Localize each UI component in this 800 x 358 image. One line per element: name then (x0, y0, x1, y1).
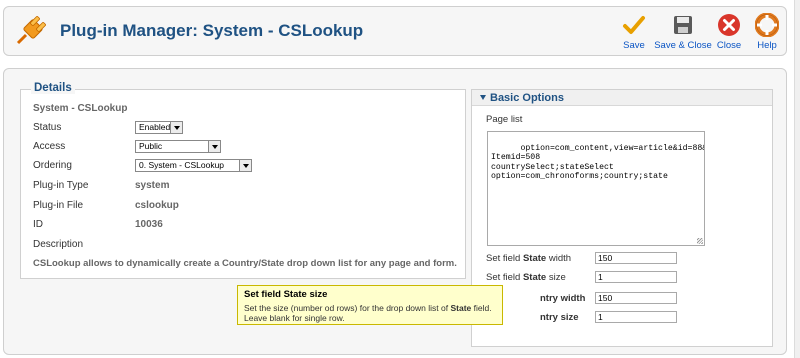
details-legend: Details (31, 82, 75, 94)
access-label: Access (33, 141, 66, 152)
country-size-input[interactable]: 1 (595, 311, 677, 323)
toolbar: Plug-in Manager: System - CSLookup Save … (3, 6, 787, 56)
state-size-label: Set field State size (486, 272, 566, 283)
status-label: Status (33, 122, 62, 133)
resize-grip-icon[interactable] (697, 238, 703, 244)
basic-options-panel: Basic Options Page list option=com_conte… (471, 89, 773, 347)
status-select-value: Enabled (139, 122, 171, 132)
scrollbar[interactable] (794, 0, 800, 358)
chevron-down-icon (170, 122, 182, 133)
country-size-label: ntry size (540, 312, 579, 323)
plugin-name: System - CSLookup (33, 103, 128, 114)
ordering-label: Ordering (33, 160, 72, 171)
description-label: Description (33, 239, 84, 250)
page-title: Plug-in Manager: System - CSLookup (60, 21, 364, 40)
lifebuoy-icon (755, 13, 779, 37)
access-select-value: Public (139, 141, 163, 151)
plugin-type-value: system (135, 180, 170, 191)
id-value: 10036 (135, 219, 163, 230)
floppy-disk-icon (674, 16, 692, 34)
help-button[interactable]: Help (743, 13, 791, 51)
field-tooltip: Set field State size Set the size (numbe… (237, 285, 503, 325)
plugin-icon (16, 16, 46, 45)
page-list-label: Page list (486, 114, 523, 125)
access-select[interactable]: Public (135, 140, 221, 153)
state-width-label: Set field State width (486, 253, 572, 264)
plugin-file-value: cslookup (135, 200, 179, 211)
country-width-input[interactable]: 150 (595, 292, 677, 304)
plugin-file-label: Plug-in File (33, 200, 84, 211)
ordering-select[interactable]: 0. System - CSLookup (135, 159, 252, 172)
basic-options-header[interactable]: Basic Options (472, 90, 772, 106)
state-width-input[interactable]: 150 (595, 252, 677, 264)
details-fieldset: Details System - CSLookup Status Enabled… (20, 82, 466, 279)
chevron-down-icon (239, 160, 251, 171)
basic-options-title: Basic Options (490, 92, 564, 104)
help-button-label: Help (757, 40, 777, 51)
page-list-textarea[interactable]: option=com_content,view=article&id=88& I… (487, 131, 705, 246)
tooltip-body: Set the size (number od rows) for the dr… (244, 303, 492, 323)
status-select[interactable]: Enabled (135, 121, 183, 134)
chevron-down-icon (208, 141, 220, 152)
description-text: CSLookup allows to dynamically create a … (33, 258, 457, 269)
close-icon (718, 14, 740, 36)
checkmark-icon (623, 16, 645, 34)
tooltip-title: Set field State size (244, 289, 328, 300)
collapse-triangle-icon (480, 95, 486, 100)
state-size-input[interactable]: 1 (595, 271, 677, 283)
country-width-label: ntry width (540, 293, 586, 304)
ordering-select-value: 0. System - CSLookup (139, 160, 225, 170)
id-label: ID (33, 219, 43, 230)
page-list-value: option=com_content,view=article&id=88& I… (491, 144, 705, 181)
plugin-type-label: Plug-in Type (33, 180, 89, 191)
